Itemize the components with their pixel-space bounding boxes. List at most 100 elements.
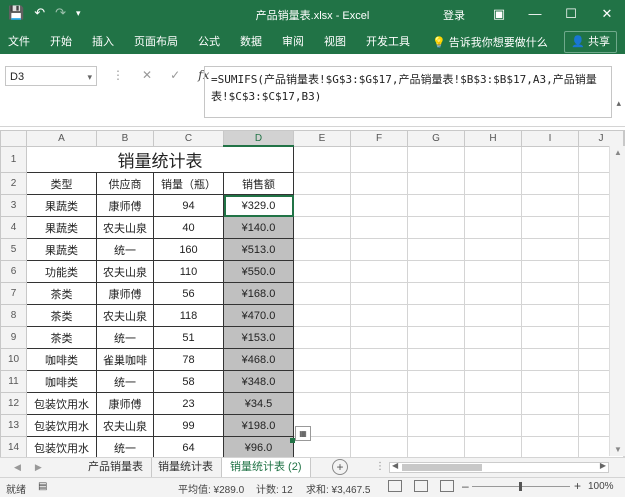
cell[interactable] <box>407 348 465 371</box>
cell[interactable] <box>293 145 351 173</box>
cell[interactable] <box>407 370 465 393</box>
share-button[interactable]: 👤 共享 <box>564 31 617 53</box>
header-cell[interactable]: 销量（瓶） <box>153 172 224 195</box>
cell[interactable]: 康师傅 <box>96 194 154 217</box>
ribbon-tab[interactable]: 文件 <box>8 33 30 49</box>
cell[interactable]: 99 <box>153 414 224 437</box>
cell[interactable] <box>464 304 522 327</box>
cell[interactable] <box>521 194 579 217</box>
row-header[interactable]: 10 <box>0 348 27 371</box>
column-header[interactable]: G <box>407 130 465 147</box>
ribbon-tab[interactable]: 视图 <box>324 33 346 49</box>
cell[interactable]: 160 <box>153 238 224 261</box>
ribbon-tab[interactable]: 数据 <box>240 33 262 49</box>
cell[interactable] <box>350 304 408 327</box>
more-icon[interactable]: ⋮ <box>375 461 385 472</box>
zoom-in-icon[interactable]: + <box>574 479 581 493</box>
cell[interactable] <box>407 260 465 283</box>
row-header[interactable]: 8 <box>0 304 27 327</box>
add-sheet-button[interactable]: + <box>332 459 348 475</box>
row-header[interactable]: 13 <box>0 414 27 437</box>
minimize-icon[interactable]: — <box>517 0 553 28</box>
cell[interactable]: 茶类 <box>26 326 97 349</box>
zoom-level[interactable]: 100% <box>588 481 614 492</box>
cell[interactable]: 雀巢咖啡 <box>96 348 154 371</box>
cell[interactable]: 咖啡类 <box>26 370 97 393</box>
column-header[interactable]: A <box>26 130 97 147</box>
ribbon-tab[interactable]: 审阅 <box>282 33 304 49</box>
cell[interactable]: 农夫山泉 <box>96 260 154 283</box>
cell[interactable]: 包装饮用水 <box>26 436 97 459</box>
cell[interactable]: 64 <box>153 436 224 459</box>
horizontal-scrollbar[interactable]: ◀ ▶ <box>389 461 609 473</box>
cell[interactable] <box>407 414 465 437</box>
sales-cell[interactable]: ¥140.0 <box>223 216 294 239</box>
ribbon-tab[interactable]: 开始 <box>50 33 72 49</box>
sheet-tab[interactable]: 产品销量表 <box>80 458 152 477</box>
cell[interactable] <box>521 260 579 283</box>
cell[interactable]: 78 <box>153 348 224 371</box>
scroll-thumb[interactable] <box>402 464 482 471</box>
sales-cell[interactable]: ¥198.0 <box>223 414 294 437</box>
cell[interactable] <box>464 145 522 173</box>
cell[interactable] <box>464 216 522 239</box>
cell[interactable]: 23 <box>153 392 224 415</box>
cell[interactable] <box>350 282 408 305</box>
normal-view-icon[interactable] <box>388 480 402 492</box>
sales-cell[interactable]: ¥96.0 <box>223 436 294 459</box>
cell[interactable]: 果蔬类 <box>26 216 97 239</box>
zoom-knob[interactable] <box>519 482 522 491</box>
cell[interactable] <box>521 172 579 195</box>
ribbon-tab[interactable]: 公式 <box>198 33 220 49</box>
cell[interactable]: 110 <box>153 260 224 283</box>
sales-cell[interactable]: ¥153.0 <box>223 326 294 349</box>
sales-cell[interactable]: ¥550.0 <box>223 260 294 283</box>
cell[interactable] <box>293 326 351 349</box>
row-header[interactable]: 1 <box>0 145 27 173</box>
collapse-formula-icon[interactable]: ▴ <box>616 98 621 109</box>
cell[interactable]: 51 <box>153 326 224 349</box>
cell[interactable] <box>350 436 408 459</box>
scroll-left-icon[interactable]: ◀ <box>392 461 398 470</box>
cell[interactable]: 农夫山泉 <box>96 216 154 239</box>
cell[interactable] <box>521 326 579 349</box>
cell[interactable] <box>521 436 579 459</box>
scroll-down-icon[interactable]: ▼ <box>614 445 622 454</box>
column-header[interactable]: B <box>96 130 154 147</box>
row-header[interactable]: 4 <box>0 216 27 239</box>
cell[interactable] <box>350 172 408 195</box>
cell[interactable] <box>293 194 351 217</box>
row-header[interactable]: 3 <box>0 194 27 217</box>
login-link[interactable]: 登录 <box>443 7 465 23</box>
cell[interactable] <box>350 414 408 437</box>
cell[interactable] <box>407 392 465 415</box>
cell[interactable]: 果蔬类 <box>26 194 97 217</box>
cell[interactable]: 统一 <box>96 436 154 459</box>
cell[interactable] <box>521 145 579 173</box>
cell[interactable] <box>350 392 408 415</box>
cell[interactable] <box>293 304 351 327</box>
next-sheet-icon[interactable]: ▶ <box>35 462 42 473</box>
column-header[interactable]: C <box>153 130 224 147</box>
zoom-out-icon[interactable]: – <box>462 479 469 493</box>
cell[interactable] <box>350 194 408 217</box>
cell[interactable]: 咖啡类 <box>26 348 97 371</box>
cell[interactable]: 功能类 <box>26 260 97 283</box>
cell[interactable] <box>293 348 351 371</box>
row-header[interactable]: 12 <box>0 392 27 415</box>
cell[interactable]: 统一 <box>96 370 154 393</box>
sales-cell[interactable]: ¥348.0 <box>223 370 294 393</box>
cell[interactable]: 40 <box>153 216 224 239</box>
cell[interactable] <box>350 216 408 239</box>
cell[interactable]: 94 <box>153 194 224 217</box>
ribbon-tab[interactable]: 开发工具 <box>366 33 410 49</box>
sales-cell[interactable]: ¥513.0 <box>223 238 294 261</box>
scroll-up-icon[interactable]: ▲ <box>614 148 622 157</box>
row-header[interactable]: 2 <box>0 172 27 195</box>
cancel-icon[interactable]: ✕ <box>142 68 152 82</box>
cell[interactable]: 统一 <box>96 238 154 261</box>
cell[interactable] <box>293 172 351 195</box>
row-header[interactable]: 9 <box>0 326 27 349</box>
cell[interactable] <box>464 260 522 283</box>
cell[interactable] <box>350 326 408 349</box>
